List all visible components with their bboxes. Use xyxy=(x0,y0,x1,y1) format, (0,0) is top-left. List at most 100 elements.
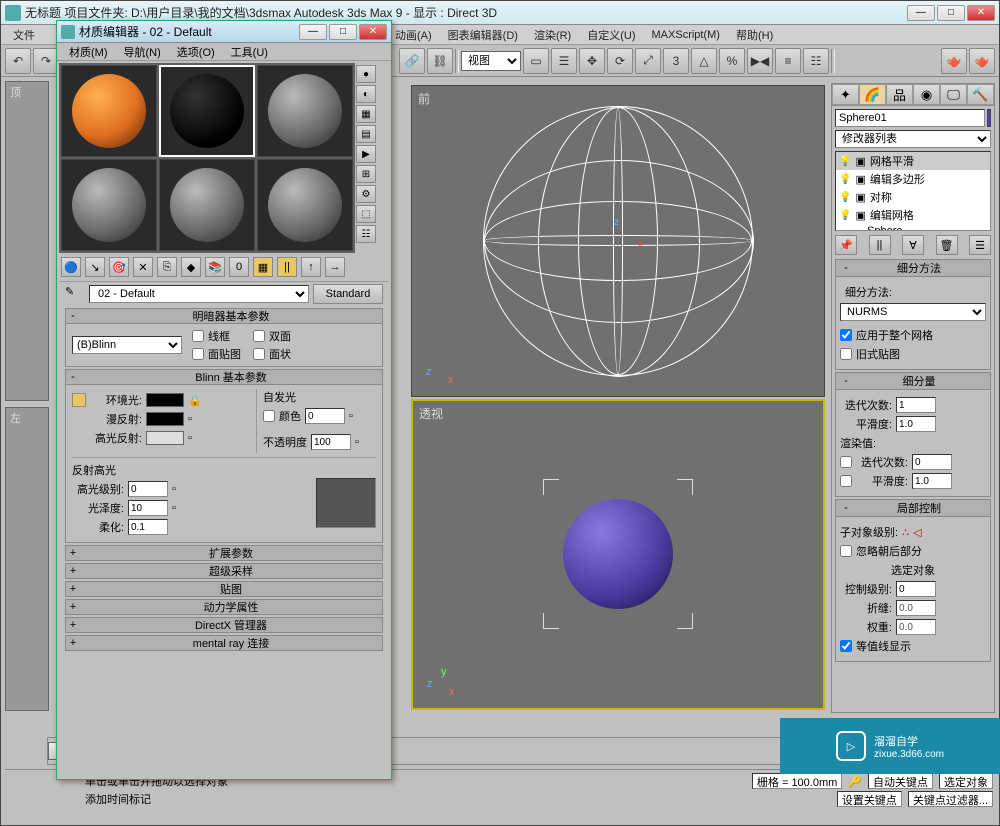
opacity-map-button[interactable]: ▫ xyxy=(355,436,359,448)
add-time-tag[interactable]: 添加时间标记 xyxy=(85,791,151,807)
menu-graph[interactable]: 图表编辑器(D) xyxy=(442,25,524,45)
gloss-map-button[interactable]: ▫ xyxy=(172,502,176,514)
maximize-button[interactable]: □ xyxy=(937,5,965,21)
mat-maximize-button[interactable]: □ xyxy=(329,24,357,40)
sample-type-button[interactable]: ● xyxy=(356,65,376,83)
mat-minimize-button[interactable]: — xyxy=(299,24,327,40)
make-preview-button[interactable]: ⊞ xyxy=(356,165,376,183)
subdiv-type-dropdown[interactable]: NURMS xyxy=(840,303,986,321)
view-dropdown[interactable]: 视图 xyxy=(461,51,521,71)
reset-map-button[interactable]: ✕ xyxy=(133,257,153,277)
ctrl-level-spinner[interactable] xyxy=(896,581,936,597)
selfillum-map-button[interactable]: ▫ xyxy=(349,410,353,422)
viewport-perspective[interactable]: 透视 zxy xyxy=(411,399,825,711)
sample-uv-button[interactable]: ▤ xyxy=(356,125,376,143)
gloss-spinner[interactable] xyxy=(128,500,168,516)
go-parent-button[interactable]: ↑ xyxy=(301,257,321,277)
sample-slot-3[interactable] xyxy=(257,65,353,157)
old-map-checkbox[interactable] xyxy=(840,348,852,360)
r-iterations-spinner[interactable] xyxy=(912,454,952,470)
options-button[interactable]: ⚙ xyxy=(356,185,376,203)
ignore-back-checkbox[interactable] xyxy=(840,545,852,557)
sample-slot-4[interactable] xyxy=(61,159,157,251)
face-map-checkbox[interactable] xyxy=(192,348,204,360)
viewport-front[interactable]: 前 x z zx xyxy=(411,85,825,397)
percent-snap-button[interactable]: % xyxy=(719,48,745,74)
mat-menu-material[interactable]: 材质(M) xyxy=(63,43,114,61)
menu-file[interactable]: 文件 xyxy=(7,25,41,45)
menu-anim[interactable]: 动画(A) xyxy=(389,25,438,45)
make-copy-button[interactable]: ⎘ xyxy=(157,257,177,277)
wire-checkbox[interactable] xyxy=(192,330,204,342)
material-type-button[interactable]: Standard xyxy=(313,284,383,304)
maps-rollout[interactable]: +贴图 xyxy=(65,581,383,597)
auto-key-button[interactable]: 自动关键点 xyxy=(868,773,933,789)
rotate-button[interactable]: ⟳ xyxy=(607,48,633,74)
mtl-map-nav-button[interactable]: ☷ xyxy=(356,225,376,243)
pin-stack-button[interactable]: 📌 xyxy=(835,235,857,255)
lock-ambient-icon[interactable] xyxy=(72,393,86,407)
ambient-color[interactable] xyxy=(146,393,184,407)
mat-menu-options[interactable]: 选项(O) xyxy=(171,43,221,61)
go-sibling-button[interactable]: → xyxy=(325,257,345,277)
selfillum-color-checkbox[interactable] xyxy=(263,410,275,422)
scale-button[interactable]: ⤢ xyxy=(635,48,661,74)
pick-material-button[interactable]: ✎ xyxy=(65,285,85,303)
ext-params-rollout[interactable]: +扩展参数 xyxy=(65,545,383,561)
modify-tab[interactable]: 🌈 xyxy=(859,84,886,105)
lock-ad-icon[interactable]: 🔒 xyxy=(188,393,202,407)
sample-slot-6[interactable] xyxy=(257,159,353,251)
mat-menu-tools[interactable]: 工具(U) xyxy=(225,43,274,61)
show-map-button[interactable]: ▦ xyxy=(253,257,273,277)
mat-menu-nav[interactable]: 导航(N) xyxy=(118,43,167,61)
background-button[interactable]: ▦ xyxy=(356,105,376,123)
undo-button[interactable]: ↶ xyxy=(5,48,31,74)
move-button[interactable]: ✥ xyxy=(579,48,605,74)
select-by-mat-button[interactable]: ⬚ xyxy=(356,205,376,223)
select-name-button[interactable]: ☰ xyxy=(551,48,577,74)
quick-render-button[interactable]: 🫖 xyxy=(969,48,995,74)
sample-slot-1[interactable] xyxy=(61,65,157,157)
assign-to-sel-button[interactable]: 🎯 xyxy=(109,257,129,277)
supersample-rollout[interactable]: +超级采样 xyxy=(65,563,383,579)
put-to-scene-button[interactable]: ↘ xyxy=(85,257,105,277)
configure-sets-button[interactable]: ☰ xyxy=(969,235,991,255)
specular-map-button[interactable]: ▫ xyxy=(188,432,192,444)
material-name-field[interactable]: 02 - Default xyxy=(89,285,309,303)
make-unique-button[interactable]: ∀ xyxy=(902,235,924,255)
dynamics-rollout[interactable]: +动力学属性 xyxy=(65,599,383,615)
utilities-tab[interactable]: 🔨 xyxy=(967,84,994,105)
unlink-button[interactable]: ⛓ xyxy=(427,48,453,74)
faceted-checkbox[interactable] xyxy=(253,348,265,360)
mentalray-rollout[interactable]: +mental ray 连接 xyxy=(65,635,383,651)
motion-tab[interactable]: ◉ xyxy=(913,84,940,105)
specular-color[interactable] xyxy=(146,431,184,445)
object-name-field[interactable] xyxy=(835,109,985,127)
close-button[interactable]: ✕ xyxy=(967,5,995,21)
sphere-object[interactable] xyxy=(563,499,673,609)
local-control-rollout[interactable]: -局部控制 xyxy=(835,499,991,517)
blinn-rollout-header[interactable]: -Blinn 基本参数 xyxy=(65,369,383,385)
r-smoothness-spinner[interactable] xyxy=(912,473,952,489)
mat-id-button[interactable]: 0 xyxy=(229,257,249,277)
menu-render[interactable]: 渲染(R) xyxy=(528,25,577,45)
snap-button[interactable]: 3 xyxy=(663,48,689,74)
mat-close-button[interactable]: ✕ xyxy=(359,24,387,40)
set-key-button[interactable]: 设置关键点 xyxy=(837,791,902,807)
key-filter-button[interactable]: 关键点过滤器... xyxy=(908,791,993,807)
whole-mesh-checkbox[interactable] xyxy=(840,329,852,341)
spec-level-spinner[interactable] xyxy=(128,481,168,497)
video-check-button[interactable]: ▶ xyxy=(356,145,376,163)
selfillum-spinner[interactable] xyxy=(305,408,345,424)
angle-snap-button[interactable]: △ xyxy=(691,48,717,74)
align-button[interactable]: ≡ xyxy=(775,48,801,74)
subdiv-method-rollout[interactable]: -细分方法 xyxy=(835,259,991,277)
sample-slot-2[interactable] xyxy=(159,65,255,157)
spec-level-map-button[interactable]: ▫ xyxy=(172,483,176,495)
display-tab[interactable]: 🖵 xyxy=(940,84,967,105)
r-iter-checkbox[interactable] xyxy=(840,456,852,468)
modifier-stack[interactable]: 💡▣网格平滑 💡▣编辑多边形 💡▣对称 💡▣编辑网格 Sphere xyxy=(835,151,991,231)
render-scene-button[interactable]: 🫖 xyxy=(941,48,967,74)
hierarchy-tab[interactable]: 品 xyxy=(886,84,913,105)
subdiv-amount-rollout[interactable]: -细分量 xyxy=(835,372,991,390)
